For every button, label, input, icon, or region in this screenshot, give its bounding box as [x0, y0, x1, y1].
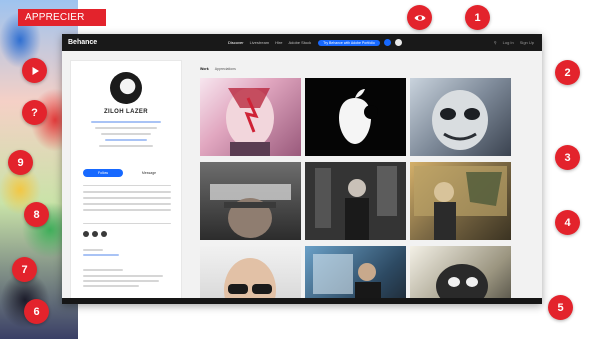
- marker-2[interactable]: 2: [555, 60, 580, 85]
- about-link-line[interactable]: [83, 254, 119, 256]
- marker-6[interactable]: 6: [24, 299, 49, 324]
- marker-4[interactable]: 4: [555, 210, 580, 235]
- bottom-bar: [62, 298, 542, 304]
- gallery-tile[interactable]: [305, 162, 406, 240]
- marker-7[interactable]: 7: [12, 257, 37, 282]
- divider: [83, 185, 171, 186]
- divider: [83, 223, 171, 224]
- man-in-studio-thumb: [305, 162, 406, 240]
- eye-icon: [414, 14, 425, 21]
- screenshot-stage: APPRECIER Behance Discover Livestream Hi…: [0, 0, 601, 339]
- nav-link-hire[interactable]: Hire: [275, 40, 282, 45]
- bowie-portrait-thumb: [226, 88, 274, 156]
- marker-1[interactable]: 1: [465, 5, 490, 30]
- adobe-app-icon[interactable]: [383, 39, 391, 46]
- marker-9[interactable]: 9: [8, 150, 33, 175]
- profile-avatar[interactable]: [110, 72, 142, 104]
- graffiti-face-thumb: [210, 184, 291, 238]
- bald-man-sunglasses-thumb: [224, 258, 276, 304]
- about-heading-line: [83, 249, 103, 251]
- appreciate-eye-marker[interactable]: [407, 5, 432, 30]
- apple-silhouette-thumb: [339, 89, 378, 144]
- signup-link[interactable]: Sign Up: [520, 40, 534, 45]
- profile-detail-line: [91, 121, 161, 123]
- help-marker[interactable]: ?: [22, 100, 47, 125]
- stat-row: [83, 191, 171, 193]
- profile-name: ZILOH LAZER: [103, 109, 149, 115]
- login-link[interactable]: Log In: [503, 40, 514, 45]
- behance-logo[interactable]: Behance: [68, 39, 128, 46]
- tab-appreciations[interactable]: Appreciations: [215, 67, 236, 71]
- social-links: [83, 231, 107, 237]
- bio-line: [83, 280, 159, 282]
- profile-tabs: Work Appreciations: [200, 67, 236, 71]
- gallery-tile[interactable]: [410, 246, 511, 304]
- marker-5[interactable]: 5: [548, 295, 573, 320]
- stat-row: [83, 209, 171, 211]
- adobe-portfolio-button[interactable]: Try Behance with Adobe Portfolio: [318, 39, 380, 46]
- follow-button[interactable]: Follow: [83, 169, 123, 177]
- message-button[interactable]: Message: [129, 169, 169, 177]
- search-icon[interactable]: ⚲: [494, 40, 497, 45]
- profile-detail-line: [95, 127, 157, 129]
- masked-face-thumb: [432, 90, 488, 150]
- bio-line: [83, 275, 163, 277]
- gallery-tile[interactable]: [305, 78, 406, 156]
- gallery-tile[interactable]: [410, 162, 511, 240]
- play-marker[interactable]: [22, 58, 47, 83]
- nav-right: ⚲ Log In Sign Up: [494, 40, 534, 45]
- painter-at-work-thumb: [313, 254, 381, 304]
- behance-window: Behance Discover Livestream Hire Adobe S…: [62, 34, 542, 304]
- bio-line: [83, 285, 139, 287]
- section-heading-line: [83, 269, 123, 271]
- nav-link-discover[interactable]: Discover: [228, 40, 244, 45]
- profile-card: ZILOH LAZER Follow Message: [70, 60, 182, 300]
- nav-link-adobe-stock[interactable]: Adobe Stock: [288, 40, 311, 45]
- tab-work[interactable]: Work: [200, 67, 209, 71]
- stat-row: [83, 197, 171, 199]
- street-art-thumb: [436, 264, 488, 304]
- profile-detail-line: [101, 133, 151, 135]
- marker-8[interactable]: 8: [24, 202, 49, 227]
- social-icon[interactable]: [83, 231, 89, 237]
- social-icon[interactable]: [92, 231, 98, 237]
- profile-location-line: [99, 145, 153, 147]
- user-avatar-icon[interactable]: [394, 39, 402, 46]
- gallery-tile[interactable]: [200, 162, 301, 240]
- profile-website-line[interactable]: [105, 139, 147, 141]
- artist-with-mural-thumb: [414, 166, 507, 240]
- nav-link-livestream[interactable]: Livestream: [250, 40, 270, 45]
- gallery-tile[interactable]: [305, 246, 406, 304]
- gallery-tile[interactable]: [200, 78, 301, 156]
- marker-3[interactable]: 3: [555, 145, 580, 170]
- gallery-tile[interactable]: [200, 246, 301, 304]
- social-icon[interactable]: [101, 231, 107, 237]
- nav-links: Discover Livestream Hire Adobe Stock: [228, 40, 311, 45]
- gallery-tile[interactable]: [410, 78, 511, 156]
- top-nav: Behance Discover Livestream Hire Adobe S…: [62, 34, 542, 51]
- appreciate-tag[interactable]: APPRECIER: [18, 9, 106, 26]
- play-icon: [32, 66, 39, 75]
- stat-row: [83, 203, 171, 205]
